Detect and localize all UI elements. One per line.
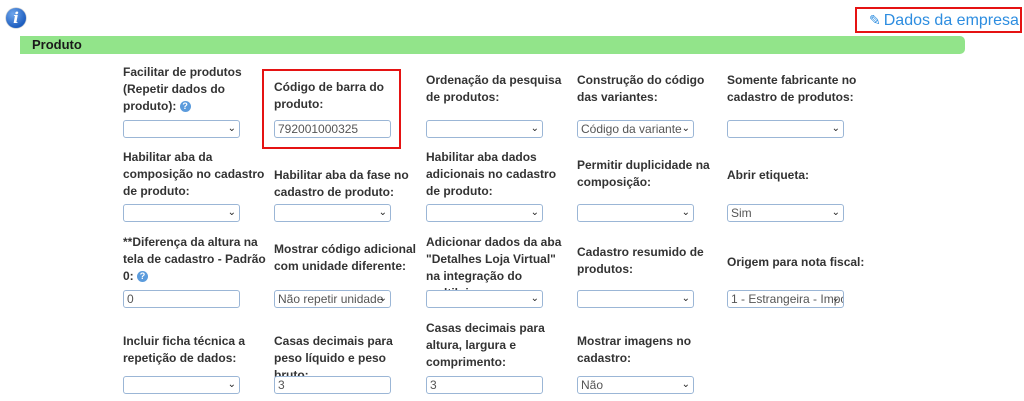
field-label-text: Abrir etiqueta: (727, 168, 810, 182)
field-label-text: Habilitar aba da composição no cadastro … (123, 150, 265, 198)
chevron-down-icon: ⌄ (378, 207, 387, 218)
select-field[interactable]: Sim ⌄ (727, 204, 844, 222)
chevron-down-icon: ⌄ (831, 293, 840, 304)
field-label: Habilitar aba da fase no cadastro de pro… (274, 167, 419, 201)
chevron-down-icon: ⌄ (681, 123, 690, 134)
chevron-down-icon: ⌄ (681, 379, 690, 390)
chevron-down-icon: ⌄ (530, 293, 539, 304)
select-field[interactable]: Código da variante ⌄ (577, 120, 694, 138)
field-label: Código de barra do produto: (274, 79, 419, 113)
chevron-down-icon: ⌄ (227, 379, 236, 390)
select-field[interactable]: ⌄ (426, 204, 543, 222)
info-icon[interactable]: i (6, 8, 26, 28)
company-link-label: Dados da empresa (883, 12, 1019, 29)
field-label: Permitir duplicidade na composição: (577, 157, 722, 191)
field-value: 3 (278, 378, 285, 392)
field-label: Cadastro resumido de produtos: (577, 244, 722, 278)
select-field[interactable]: ⌄ (426, 290, 543, 308)
field-label: Mostrar código adicional com unidade dif… (274, 241, 419, 275)
select-field[interactable]: ⌄ (123, 120, 240, 138)
field-label: **Diferença da altura na tela de cadastr… (123, 234, 268, 285)
field-label-text: Origem para nota fiscal: (727, 255, 865, 269)
field-label-text: Mostrar imagens no cadastro: (577, 334, 692, 365)
field-label-text: Código de barra do produto: (274, 80, 385, 111)
edit-icon: ✎ (869, 12, 881, 28)
field-label-text: Casas decimais para altura, largura e co… (426, 321, 545, 369)
select-field[interactable]: ⌄ (274, 204, 391, 222)
text-input[interactable]: 3 (274, 376, 391, 394)
field-label-text: Mostrar código adicional com unidade dif… (274, 242, 417, 273)
help-icon[interactable]: ? (137, 271, 149, 283)
field-label-text: Casas decimais para peso líquido e peso … (274, 334, 393, 382)
text-input[interactable]: 0 (123, 290, 240, 308)
select-field[interactable]: ⌄ (577, 290, 694, 308)
field-label: Habilitar aba da composição no cadastro … (123, 149, 268, 200)
text-input[interactable]: 792001000325 (274, 120, 391, 138)
field-value: 1 - Estrangeira - Importação direta (731, 292, 843, 306)
chevron-down-icon: ⌄ (530, 207, 539, 218)
field-label: Somente fabricante no cadastro de produt… (727, 72, 872, 106)
company-data-link[interactable]: ✎ Dados da empresa (855, 7, 1022, 33)
field-label: Origem para nota fiscal: (727, 254, 872, 271)
field-label-text: Incluir ficha técnica a repetição de dad… (123, 334, 246, 365)
field-label: Abrir etiqueta: (727, 167, 872, 184)
field-value: 0 (127, 292, 134, 306)
field-value: Código da variante (581, 122, 682, 136)
chevron-down-icon: ⌄ (227, 207, 236, 218)
chevron-down-icon: ⌄ (681, 293, 690, 304)
section-header-produto: Produto (20, 36, 965, 54)
field-label-text: Habilitar aba da fase no cadastro de pro… (274, 168, 409, 199)
field-label: Construção do código das variantes: (577, 72, 722, 106)
select-field[interactable]: ⌄ (577, 204, 694, 222)
chevron-down-icon: ⌄ (530, 123, 539, 134)
field-label-text: Ordenação da pesquisa de produtos: (426, 73, 562, 104)
field-label: Habilitar aba dados adicionais no cadast… (426, 149, 571, 200)
select-field[interactable]: Não ⌄ (577, 376, 694, 394)
field-value: Não (581, 378, 604, 392)
field-value: Sim (731, 206, 752, 220)
field-label-text: Cadastro resumido de produtos: (577, 245, 704, 276)
select-field[interactable]: ⌄ (123, 204, 240, 222)
chevron-down-icon: ⌄ (227, 123, 236, 134)
field-label-text: Construção do código das variantes: (577, 73, 705, 104)
field-value: 792001000325 (278, 122, 359, 136)
field-label: Mostrar imagens no cadastro: (577, 333, 722, 367)
select-field[interactable]: ⌄ (123, 376, 240, 394)
field-label-text: Habilitar aba dados adicionais no cadast… (426, 150, 557, 198)
chevron-down-icon: ⌄ (831, 207, 840, 218)
field-label: Casas decimais para altura, largura e co… (426, 320, 571, 371)
field-label: Facilitar de produtos (Repetir dados do … (123, 64, 268, 115)
select-field[interactable]: Não repetir unidade ⌄ (274, 290, 391, 308)
chevron-down-icon: ⌄ (831, 123, 840, 134)
select-field[interactable]: ⌄ (727, 120, 844, 138)
field-label-text: Permitir duplicidade na composição: (577, 158, 710, 189)
field-label: Ordenação da pesquisa de produtos: (426, 72, 571, 106)
chevron-down-icon: ⌄ (378, 293, 387, 304)
field-value: 3 (430, 378, 437, 392)
field-label: Incluir ficha técnica a repetição de dad… (123, 333, 268, 367)
field-value: Não repetir unidade (278, 292, 384, 306)
select-field[interactable]: ⌄ (426, 120, 543, 138)
help-icon[interactable]: ? (179, 101, 191, 113)
field-label-text: Somente fabricante no cadastro de produt… (727, 73, 857, 104)
select-field[interactable]: 1 - Estrangeira - Importação direta⌄ (727, 290, 844, 308)
text-input[interactable]: 3 (426, 376, 543, 394)
chevron-down-icon: ⌄ (681, 207, 690, 218)
